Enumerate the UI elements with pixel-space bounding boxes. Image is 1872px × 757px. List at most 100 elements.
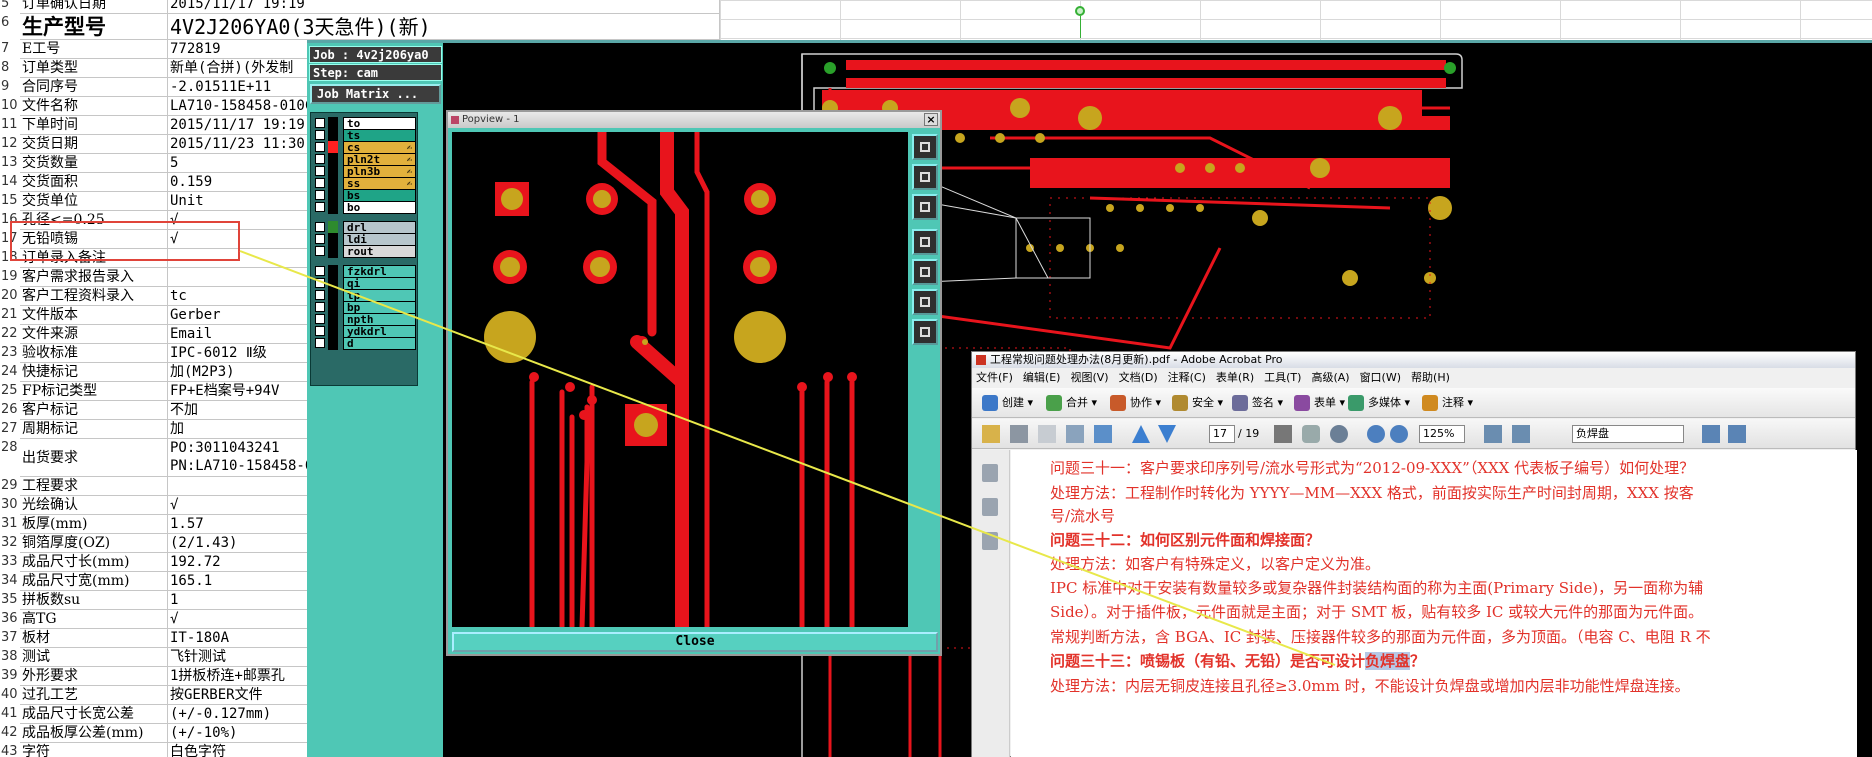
field-label-cell[interactable]: 交货单位 bbox=[20, 192, 168, 210]
row-number[interactable]: 37 bbox=[0, 630, 20, 645]
field-label-cell[interactable]: 光绘确认 bbox=[20, 496, 168, 514]
field-label-cell[interactable]: 成品尺寸长宽公差 bbox=[20, 705, 168, 723]
field-label-cell[interactable]: 验收标准 bbox=[20, 344, 168, 362]
layer-checkbox[interactable] bbox=[315, 290, 325, 300]
menu-item[interactable]: 视图(V) bbox=[1070, 371, 1108, 384]
row-number[interactable]: 23 bbox=[0, 345, 20, 360]
row-number[interactable]: 32 bbox=[0, 535, 20, 550]
field-label-cell[interactable]: 过孔工艺 bbox=[20, 686, 168, 704]
hand-tool-icon[interactable] bbox=[1302, 425, 1320, 443]
menu-item[interactable]: 表单(R) bbox=[1216, 371, 1254, 384]
field-label-cell[interactable]: 下单时间 bbox=[20, 116, 168, 134]
share-icon[interactable] bbox=[1094, 425, 1112, 443]
task-button[interactable]: 多媒体 ▾ bbox=[1346, 392, 1410, 414]
field-label-cell[interactable]: E工号 bbox=[20, 40, 168, 58]
layer-checkbox[interactable] bbox=[315, 234, 325, 244]
open-icon[interactable] bbox=[982, 425, 1000, 443]
row-number[interactable]: 33 bbox=[0, 554, 20, 569]
row-number[interactable]: 9 bbox=[0, 79, 20, 94]
layer-checkbox[interactable] bbox=[315, 246, 325, 256]
field-label-cell[interactable]: 工程要求 bbox=[20, 477, 168, 495]
pan-right-tool[interactable] bbox=[912, 259, 938, 285]
find-next-icon[interactable] bbox=[1728, 425, 1746, 443]
task-button[interactable]: 安全 ▾ bbox=[1170, 392, 1223, 414]
row-number[interactable]: 7 bbox=[0, 41, 20, 56]
menu-item[interactable]: 编辑(E) bbox=[1023, 371, 1061, 384]
popview-close-icon[interactable]: × bbox=[924, 113, 938, 126]
layer-name[interactable]: bo bbox=[343, 201, 416, 214]
field-label-cell[interactable]: 高TG bbox=[20, 610, 168, 628]
layer-checkbox[interactable] bbox=[315, 178, 325, 188]
field-label-cell[interactable]: 外形要求 bbox=[20, 667, 168, 685]
zoom-level-select[interactable]: 125% bbox=[1419, 425, 1465, 443]
layer-checkbox[interactable] bbox=[315, 266, 325, 276]
layer-checkbox[interactable] bbox=[315, 202, 325, 212]
field-label-cell[interactable]: 订单确认日期 bbox=[20, 0, 168, 13]
email-icon[interactable] bbox=[1066, 425, 1084, 443]
row-number[interactable]: 24 bbox=[0, 364, 20, 379]
menu-item[interactable]: 帮助(H) bbox=[1411, 371, 1450, 384]
save-icon[interactable] bbox=[1038, 425, 1056, 443]
layer-checkbox[interactable] bbox=[315, 130, 325, 140]
find-previous-icon[interactable] bbox=[1702, 425, 1720, 443]
popview-canvas[interactable] bbox=[452, 132, 908, 627]
document-page[interactable]: 问题三十一：客户要求印序列号/流水号形式为“2012-09-XXX”（XXX 代… bbox=[1011, 450, 1857, 757]
row-number[interactable]: 6 bbox=[0, 15, 20, 30]
row-number[interactable]: 21 bbox=[0, 307, 20, 322]
task-button[interactable]: 创建 ▾ bbox=[980, 392, 1033, 414]
row-number[interactable]: 41 bbox=[0, 706, 20, 721]
row-number[interactable]: 43 bbox=[0, 744, 20, 757]
field-label-cell[interactable]: 客户需求报告录入 bbox=[20, 268, 168, 286]
fit-page-icon[interactable] bbox=[1484, 425, 1502, 443]
bookmarks-icon[interactable] bbox=[982, 498, 998, 516]
layer-checkbox[interactable] bbox=[315, 338, 325, 348]
previous-page-icon[interactable] bbox=[1132, 425, 1150, 443]
row-number[interactable]: 10 bbox=[0, 98, 20, 113]
field-label-cell[interactable]: 板材 bbox=[20, 629, 168, 647]
row-number[interactable]: 30 bbox=[0, 497, 20, 512]
row-number[interactable]: 38 bbox=[0, 649, 20, 664]
row-number[interactable]: 14 bbox=[0, 174, 20, 189]
row-number[interactable]: 12 bbox=[0, 136, 20, 151]
center-tool[interactable] bbox=[912, 319, 938, 345]
field-label-cell[interactable]: 成品板厚公差(mm) bbox=[20, 724, 168, 742]
layer-checkbox[interactable] bbox=[315, 278, 325, 288]
row-number[interactable]: 29 bbox=[0, 478, 20, 493]
menu-item[interactable]: 文档(D) bbox=[1119, 371, 1158, 384]
field-label-cell[interactable]: 客户工程资料录入 bbox=[20, 287, 168, 305]
next-page-icon[interactable] bbox=[1158, 425, 1176, 443]
field-label-cell[interactable]: 交货数量 bbox=[20, 154, 168, 172]
row-number[interactable]: 20 bbox=[0, 288, 20, 303]
fit-tool[interactable] bbox=[912, 289, 938, 315]
row-number[interactable]: 13 bbox=[0, 155, 20, 170]
page-number-input[interactable]: 17 bbox=[1209, 425, 1235, 443]
field-label-cell[interactable]: 文件版本 bbox=[20, 306, 168, 324]
layer-name[interactable]: rout bbox=[343, 245, 416, 258]
field-label-cell[interactable]: 快捷标记 bbox=[20, 363, 168, 381]
layer-checkbox[interactable] bbox=[315, 154, 325, 164]
layer-checkbox[interactable] bbox=[315, 166, 325, 176]
field-label-cell[interactable]: 订单类型 bbox=[20, 59, 168, 77]
layer-checkbox[interactable] bbox=[315, 222, 325, 232]
field-label-cell[interactable]: 文件来源 bbox=[20, 325, 168, 343]
zoom-out-icon[interactable] bbox=[1367, 425, 1385, 443]
find-input[interactable]: 负焊盘 bbox=[1572, 425, 1684, 443]
row-number[interactable]: 5 bbox=[0, 0, 20, 11]
zoom-home-tool[interactable] bbox=[912, 134, 938, 160]
field-value-cell[interactable]: 4V2J206YA0(3天急件)(新) bbox=[168, 14, 720, 39]
rotate-handle[interactable] bbox=[1075, 6, 1085, 16]
field-label-cell[interactable]: 板厚(mm) bbox=[20, 515, 168, 533]
menu-item[interactable]: 窗口(W) bbox=[1360, 371, 1401, 384]
task-button[interactable]: 协作 ▾ bbox=[1108, 392, 1161, 414]
row-number[interactable]: 19 bbox=[0, 269, 20, 284]
layer-checkbox[interactable] bbox=[315, 142, 325, 152]
task-button[interactable]: 表单 ▾ bbox=[1292, 392, 1345, 414]
row-number[interactable]: 42 bbox=[0, 725, 20, 740]
layer-row[interactable]: bo bbox=[313, 201, 417, 214]
row-number[interactable]: 28 bbox=[0, 440, 20, 455]
row-number[interactable]: 25 bbox=[0, 383, 20, 398]
menu-item[interactable]: 注释(C) bbox=[1168, 371, 1206, 384]
row-number[interactable]: 31 bbox=[0, 516, 20, 531]
layer-checkbox[interactable] bbox=[315, 314, 325, 324]
layer-checkbox[interactable] bbox=[315, 118, 325, 128]
